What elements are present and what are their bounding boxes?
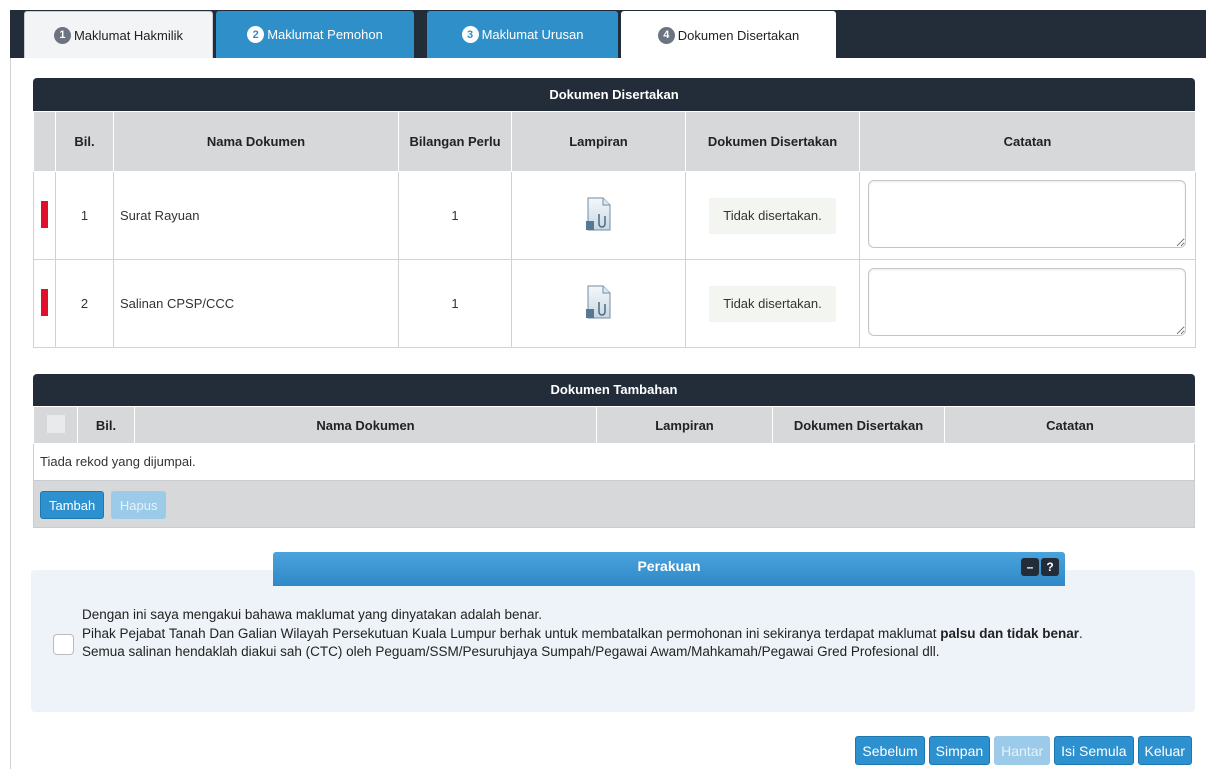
form-actions: Sebelum Simpan Hantar Isi Semula Keluar bbox=[855, 736, 1192, 765]
tab-label: Maklumat Hakmilik bbox=[73, 27, 184, 43]
bil-cell: 2 bbox=[55, 259, 114, 348]
bil-cell: 1 bbox=[55, 171, 114, 260]
bilangan-perlu-header: Bilangan Perlu bbox=[398, 111, 512, 172]
table-row: 1 Surat Rayuan 1 Tidak disertakan. bbox=[33, 171, 1196, 260]
catatan-header: Catatan bbox=[944, 406, 1196, 444]
bilangan-cell: 1 bbox=[398, 171, 512, 260]
dokumen-disertakan-header: Dokumen Disertakan bbox=[772, 406, 945, 444]
additional-panel-title: Dokumen Tambahan bbox=[33, 374, 1195, 406]
tab-label: Maklumat Urusan bbox=[481, 27, 584, 42]
perakuan-checkbox[interactable] bbox=[53, 634, 74, 655]
tambah-button[interactable]: Tambah bbox=[40, 491, 105, 519]
isi-semula-button[interactable]: Isi Semula bbox=[1054, 736, 1134, 765]
simpan-button[interactable]: Simpan bbox=[928, 736, 991, 765]
keluar-button[interactable]: Keluar bbox=[1137, 736, 1192, 765]
hapus-button[interactable]: Hapus bbox=[110, 491, 167, 519]
table-header-row: Bil. Nama Dokumen Bilangan Perlu Lampira… bbox=[33, 111, 1196, 172]
minus-icon[interactable]: – bbox=[1021, 558, 1039, 576]
attachment-icon[interactable] bbox=[585, 285, 613, 319]
tab-maklumat-pemohon[interactable]: 2 Maklumat Pemohon bbox=[216, 11, 414, 58]
catatan-input[interactable] bbox=[868, 268, 1186, 336]
select-all-cell bbox=[33, 406, 78, 444]
nama-dokumen-header: Nama Dokumen bbox=[113, 111, 399, 172]
tab-dokumen-disertakan[interactable]: 4 Dokumen Disertakan bbox=[621, 11, 836, 59]
select-all-checkbox[interactable] bbox=[46, 414, 65, 433]
status-text: Tidak disertakan. bbox=[709, 197, 836, 234]
bilangan-cell: 1 bbox=[398, 259, 512, 348]
question-icon[interactable]: ? bbox=[1041, 558, 1059, 576]
tab-number: 3 bbox=[461, 26, 479, 43]
catatan-cell bbox=[859, 171, 1196, 260]
table-row: 2 Salinan CPSP/CCC 1 Tidak disertakan. bbox=[33, 259, 1196, 348]
bil-header: Bil. bbox=[77, 406, 135, 444]
perakuan-title: Perakuan bbox=[637, 558, 701, 574]
hantar-button[interactable]: Hantar bbox=[994, 736, 1051, 765]
tab-label: Dokumen Disertakan bbox=[677, 27, 800, 43]
tab-number: 4 bbox=[657, 26, 675, 44]
sebelum-button[interactable]: Sebelum bbox=[855, 736, 925, 765]
lampiran-cell bbox=[511, 171, 686, 260]
perakuan-text: Dengan ini saya mengakui bahawa maklumat… bbox=[82, 606, 1172, 662]
perakuan-line-1: Dengan ini saya mengakui bahawa maklumat… bbox=[82, 607, 543, 622]
tab-maklumat-urusan[interactable]: 3 Maklumat Urusan bbox=[427, 11, 618, 58]
nama-dokumen-header: Nama Dokumen bbox=[134, 406, 597, 444]
additional-documents-table: Bil. Nama Dokumen Lampiran Dokumen Diser… bbox=[33, 406, 1196, 444]
perakuan-line-3: Semua salinan hendaklah diakui sah (CTC)… bbox=[82, 644, 940, 659]
required-marker bbox=[41, 200, 48, 228]
perakuan-line-2-text: Pihak Pejabat Tanah Dan Galian Wilayah P… bbox=[82, 625, 941, 641]
table-header-row: Bil. Nama Dokumen Lampiran Dokumen Diser… bbox=[33, 406, 1196, 444]
catatan-cell bbox=[859, 259, 1196, 348]
additional-documents-panel: Dokumen Tambahan Bil. Nama Dokumen Lampi… bbox=[33, 374, 1196, 528]
content-border bbox=[10, 58, 11, 769]
tab-bar: 1 Maklumat Hakmilik 2 Maklumat Pemohon 3… bbox=[10, 10, 1206, 59]
documents-panel: Dokumen Disertakan Bil. Nama Dokumen Bil… bbox=[33, 78, 1196, 348]
catatan-header: Catatan bbox=[859, 111, 1196, 172]
tab-label: Maklumat Pemohon bbox=[267, 27, 383, 42]
required-marker-cell bbox=[33, 259, 56, 348]
dokumen-disertakan-cell: Tidak disertakan. bbox=[685, 259, 860, 348]
perakuan-line-2-end: . bbox=[1079, 625, 1083, 641]
perakuan-header: Perakuan – ? bbox=[273, 552, 1065, 586]
tab-number: 1 bbox=[53, 26, 71, 44]
bil-header: Bil. bbox=[55, 111, 114, 172]
empty-message: Tiada rekod yang dijumpai. bbox=[33, 444, 1195, 480]
attachment-icon[interactable] bbox=[585, 197, 613, 231]
dokumen-disertakan-header: Dokumen Disertakan bbox=[685, 111, 860, 172]
additional-actions: Tambah Hapus bbox=[33, 480, 1195, 528]
dokumen-disertakan-cell: Tidak disertakan. bbox=[685, 171, 860, 260]
documents-panel-title: Dokumen Disertakan bbox=[33, 78, 1195, 111]
required-marker-cell bbox=[33, 171, 56, 260]
perakuan-line-2-bold: palsu dan tidak benar bbox=[940, 625, 1080, 641]
catatan-input[interactable] bbox=[868, 180, 1186, 248]
lampiran-cell bbox=[511, 259, 686, 348]
tab-number: 2 bbox=[247, 26, 265, 43]
perakuan-line-2: Pihak Pejabat Tanah Dan Galian Wilayah P… bbox=[82, 625, 1172, 644]
tab-maklumat-hakmilik[interactable]: 1 Maklumat Hakmilik bbox=[24, 11, 213, 58]
nama-dokumen-cell: Surat Rayuan bbox=[113, 171, 399, 260]
lampiran-header: Lampiran bbox=[511, 111, 686, 172]
perakuan-controls: – ? bbox=[1021, 558, 1059, 576]
lampiran-header: Lampiran bbox=[596, 406, 773, 444]
nama-dokumen-cell: Salinan CPSP/CCC bbox=[113, 259, 399, 348]
marker-header bbox=[33, 111, 56, 172]
required-marker bbox=[41, 288, 48, 316]
documents-table: Bil. Nama Dokumen Bilangan Perlu Lampira… bbox=[33, 111, 1196, 348]
status-text: Tidak disertakan. bbox=[709, 285, 836, 322]
